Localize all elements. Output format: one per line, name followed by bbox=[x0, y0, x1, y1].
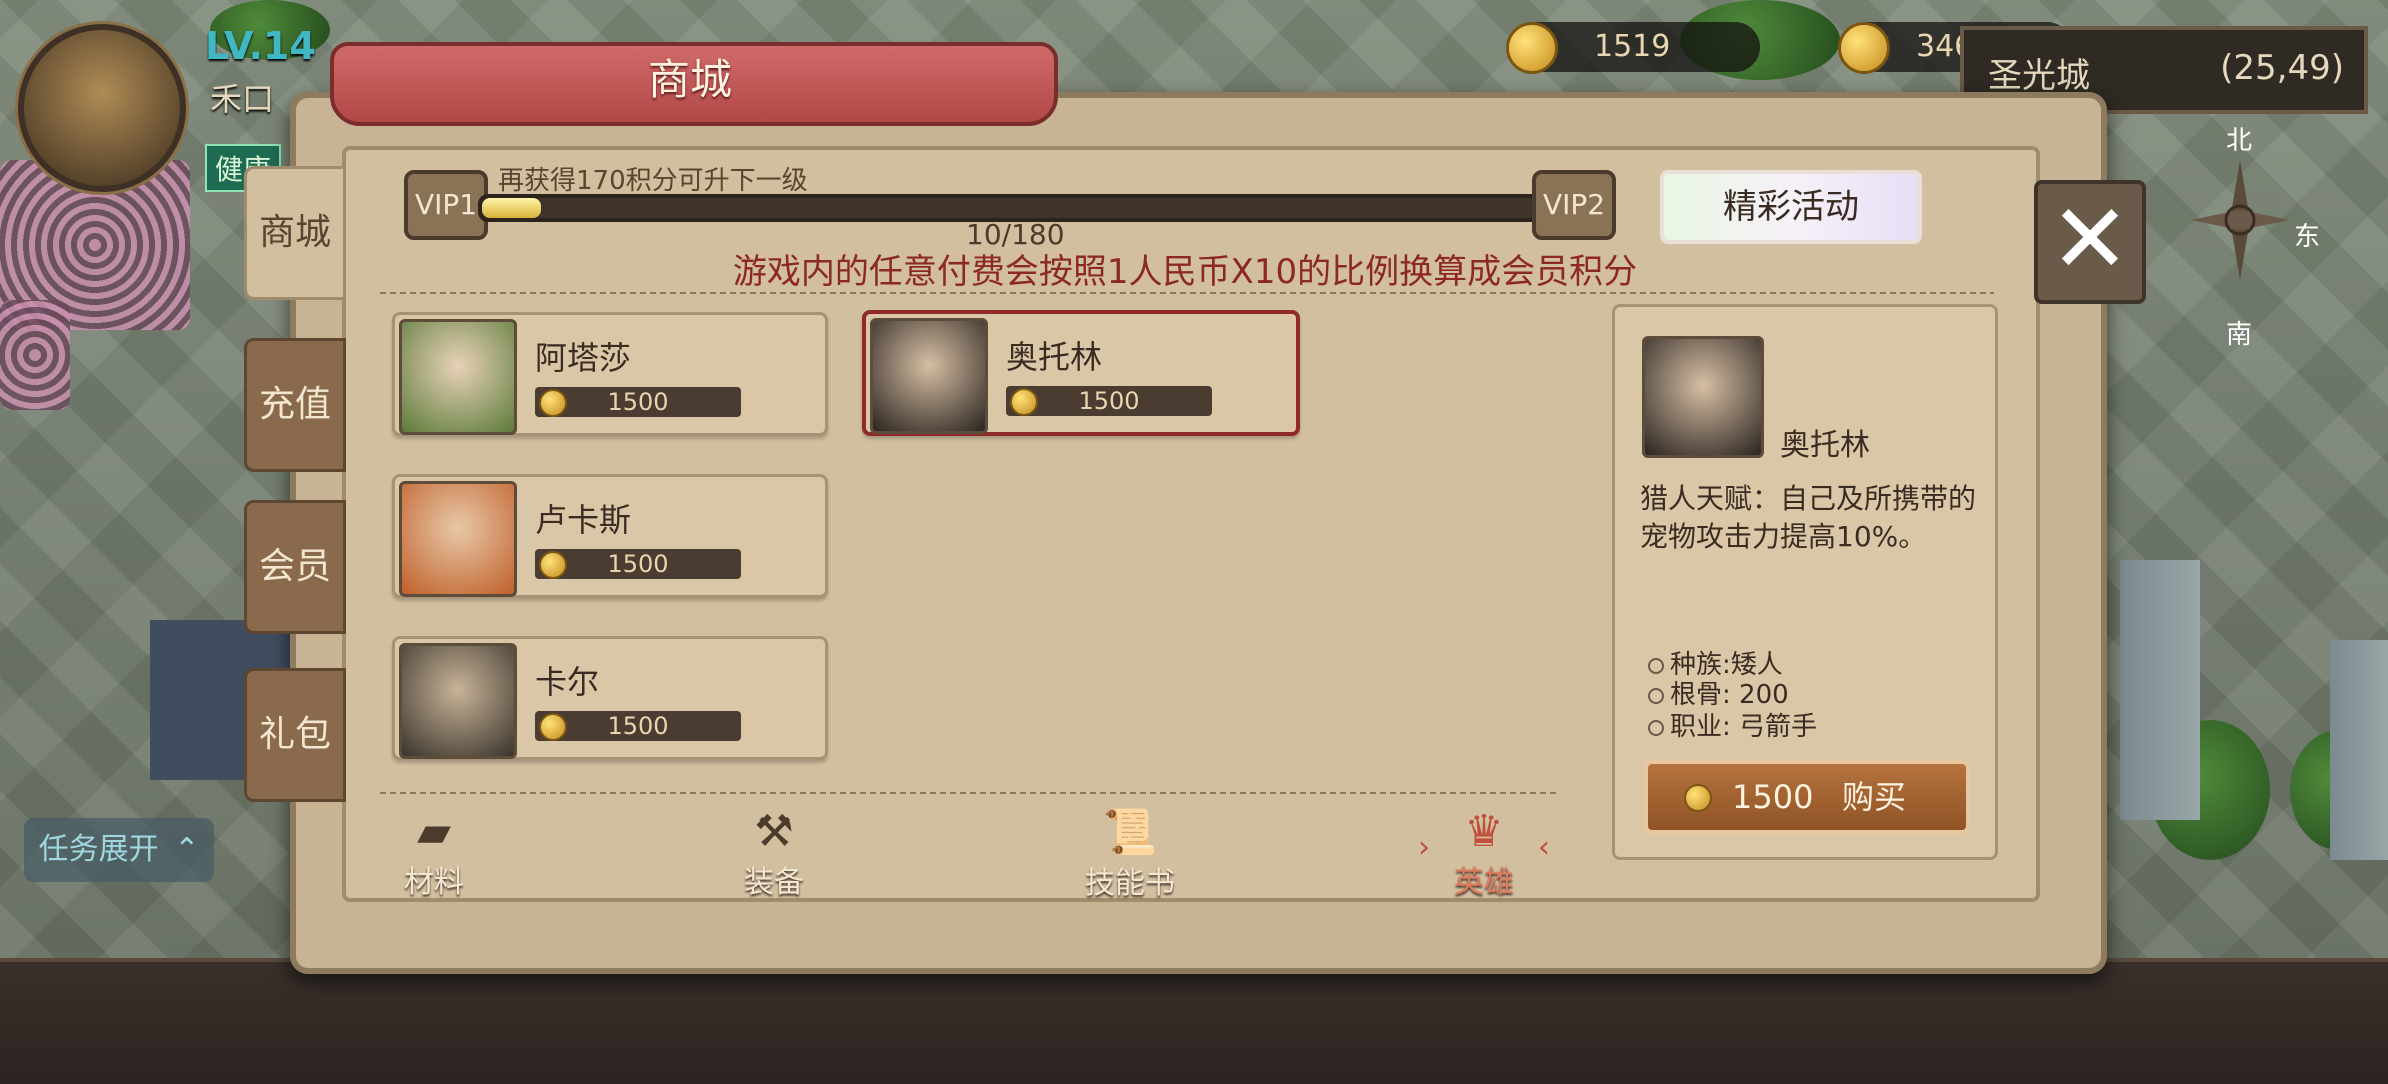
close-button[interactable]: ✕ bbox=[2034, 180, 2146, 304]
tab-vip[interactable]: 会员 bbox=[244, 500, 346, 634]
chevron-right-icon: › bbox=[1418, 830, 1430, 865]
player-level: LV.14 bbox=[205, 24, 316, 68]
hero-price: 1500 bbox=[535, 711, 741, 741]
coin-icon bbox=[1684, 784, 1712, 812]
location-name: 圣光城 bbox=[1988, 56, 2090, 96]
hero-price: 1500 bbox=[1006, 386, 1212, 416]
task-toggle-button[interactable]: 任务展开 ⌃ bbox=[24, 818, 214, 882]
castle-tower bbox=[2330, 640, 2388, 860]
detail-portrait bbox=[1642, 336, 1764, 458]
category-label: 装备 bbox=[744, 865, 804, 900]
category-heroes[interactable]: ♛ 英雄 bbox=[1424, 806, 1544, 901]
hero-portrait bbox=[870, 318, 988, 434]
bullet-icon bbox=[1648, 687, 1664, 704]
category-materials[interactable]: ▰ 材料 bbox=[374, 806, 494, 901]
category-equipment[interactable]: ⚒ 装备 bbox=[714, 806, 834, 901]
compass-south: 南 bbox=[2226, 320, 2253, 350]
tab-gift[interactable]: 礼包 bbox=[244, 668, 346, 802]
divider bbox=[380, 792, 1556, 794]
category-label: 材料 bbox=[404, 865, 464, 900]
compass-east: 东 bbox=[2294, 222, 2321, 252]
buy-label: 购买 bbox=[1842, 778, 1907, 816]
chevron-left-icon: ‹ bbox=[1538, 830, 1550, 865]
coin-icon bbox=[539, 713, 567, 741]
bullet-icon bbox=[1648, 719, 1664, 736]
coin-counter[interactable]: 1519 bbox=[1506, 22, 1760, 74]
detail-skill-text: 猎人天赋：自己及所携带的宠物攻击力提高10%。 bbox=[1640, 482, 1977, 553]
hero-name: 奥托林 bbox=[1006, 338, 1103, 376]
anvil-icon: ▰ bbox=[417, 806, 451, 857]
shop-title: 商城 bbox=[647, 55, 732, 104]
player-name: 禾口 bbox=[210, 80, 275, 118]
vip-current-badge: VIP1 bbox=[404, 170, 488, 240]
buy-price: 1500 bbox=[1732, 778, 1814, 816]
hero-card-lucas[interactable]: 卢卡斯 1500 bbox=[392, 474, 828, 598]
hero-card-otorin[interactable]: 奥托林 1500 bbox=[862, 310, 1300, 436]
task-toggle-label: 任务展开 bbox=[38, 832, 159, 867]
castle-tower bbox=[2120, 560, 2200, 820]
vip-progress-fill bbox=[482, 198, 541, 218]
player-avatar[interactable] bbox=[18, 24, 186, 192]
hero-price: 1500 bbox=[535, 387, 741, 417]
gold-icon bbox=[1838, 22, 1890, 74]
scroll-icon: 📜 bbox=[1102, 807, 1158, 858]
chevron-up-icon: ⌃ bbox=[174, 832, 200, 867]
hero-portrait bbox=[399, 643, 517, 759]
coin-icon bbox=[1506, 22, 1558, 74]
tab-recharge[interactable]: 充值 bbox=[244, 338, 346, 472]
buy-button[interactable]: 1500 购买 bbox=[1644, 760, 1970, 834]
winged-crest-icon: ♛ bbox=[1464, 806, 1504, 857]
hero-name: 卢卡斯 bbox=[535, 501, 632, 539]
close-icon: ✕ bbox=[2049, 183, 2131, 295]
coin-amount: 1519 bbox=[1594, 29, 1671, 64]
tab-shop[interactable]: 商城 bbox=[244, 166, 346, 300]
vip-next-badge: VIP2 bbox=[1532, 170, 1616, 240]
hero-price: 1500 bbox=[535, 549, 741, 579]
divider bbox=[380, 292, 1994, 294]
hero-card-atasha[interactable]: 阿塔莎 1500 bbox=[392, 312, 828, 436]
compass: 北 东 南 bbox=[2170, 120, 2320, 350]
category-skill-books[interactable]: 📜 技能书 bbox=[1070, 806, 1190, 902]
events-button[interactable]: 精彩活动 bbox=[1660, 170, 1922, 244]
coin-icon bbox=[539, 551, 567, 579]
hero-name: 卡尔 bbox=[535, 663, 600, 701]
bottom-bar bbox=[0, 958, 2388, 1084]
hero-portrait bbox=[399, 319, 517, 435]
hero-name: 阿塔莎 bbox=[535, 339, 632, 377]
location-coords: (25,49) bbox=[2220, 48, 2344, 88]
category-label: 英雄 bbox=[1454, 865, 1514, 900]
hero-portrait bbox=[399, 481, 517, 597]
exchange-rate-note: 游戏内的任意付费会按照1人民币X10的比例换算成会员积分 bbox=[732, 252, 1638, 292]
detail-hero-name: 奥托林 bbox=[1780, 428, 1870, 463]
hammer-icon: ⚒ bbox=[754, 806, 794, 857]
hero-card-karl[interactable]: 卡尔 1500 bbox=[392, 636, 828, 760]
detail-job: 职业: 弓箭手 bbox=[1648, 706, 1817, 743]
coin-icon bbox=[539, 389, 567, 417]
compass-north: 北 bbox=[2226, 126, 2253, 156]
vip-upgrade-note: 再获得170积分可升下一级 bbox=[498, 166, 808, 196]
bullet-icon bbox=[1648, 657, 1664, 674]
category-label: 技能书 bbox=[1085, 866, 1175, 901]
coin-icon bbox=[1010, 388, 1038, 416]
flower-bed bbox=[0, 300, 70, 410]
